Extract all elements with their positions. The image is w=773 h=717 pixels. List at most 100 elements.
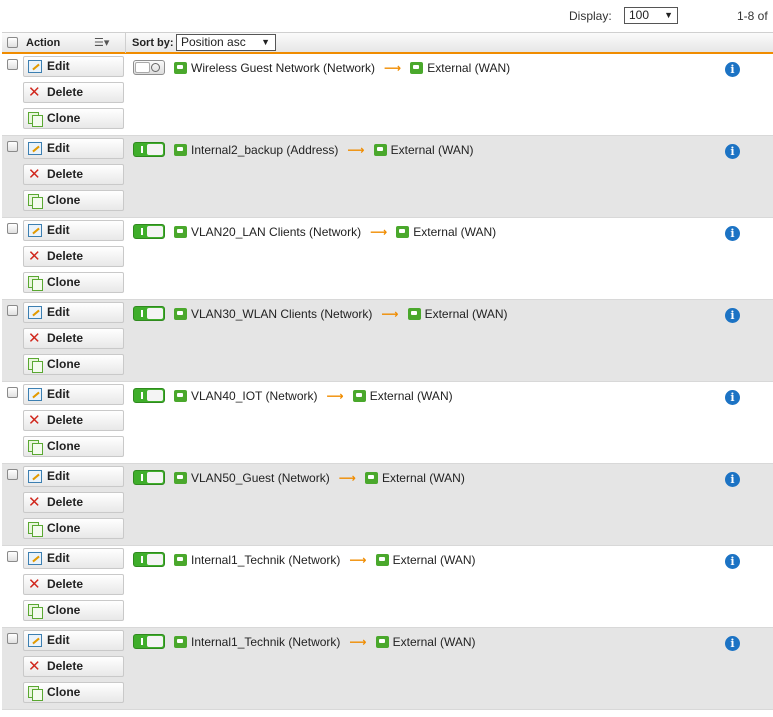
network-object-icon — [352, 390, 366, 402]
info-icon[interactable]: i — [725, 390, 740, 405]
list-toolbar: Display: 100 ▼ 1-8 of — [0, 0, 773, 32]
clone-icon — [28, 522, 43, 537]
sort-select[interactable]: Position asc ▼ — [176, 34, 276, 51]
rule-destination[interactable]: External (WAN) — [382, 471, 465, 485]
edit-button[interactable]: Edit — [23, 220, 124, 241]
edit-button-label: Edit — [47, 141, 70, 155]
select-all-checkbox[interactable] — [7, 37, 18, 48]
network-object-icon — [174, 636, 187, 648]
clone-button[interactable]: Clone — [23, 108, 124, 129]
clone-button[interactable]: Clone — [23, 272, 124, 293]
rule-description: VLAN20_LAN Clients (Network) ⟶ External (W… — [174, 224, 496, 240]
info-icon[interactable]: i — [725, 472, 740, 487]
row-select-checkbox[interactable] — [7, 223, 18, 234]
info-icon[interactable]: i — [725, 62, 740, 77]
rule-source[interactable]: VLAN40_IOT (Network) — [191, 389, 318, 403]
rule-source[interactable]: Wireless Guest Network (Network) — [191, 61, 375, 75]
clone-button-label: Clone — [47, 275, 81, 289]
rule-destination[interactable]: External (WAN) — [393, 635, 476, 649]
rule-enable-toggle[interactable] — [133, 224, 165, 239]
delete-button[interactable]: ✕ Delete — [23, 574, 124, 595]
column-menu-icon[interactable]: ☰▾ — [94, 36, 109, 49]
table-row: Edit ✕ Delete Clone VLAN50_Guest (Networ… — [2, 464, 773, 546]
edit-button[interactable]: Edit — [23, 630, 124, 651]
rule-destination[interactable]: External (WAN) — [427, 61, 510, 75]
rule-description: Internal2_backup (Address) ⟶ External (WAN… — [174, 142, 474, 158]
rule-enable-toggle[interactable] — [133, 306, 165, 321]
rule-source[interactable]: Internal1_Technik (Network) — [191, 553, 340, 567]
row-select-checkbox[interactable] — [7, 141, 18, 152]
row-select-checkbox[interactable] — [7, 469, 18, 480]
rule-source[interactable]: VLAN50_Guest (Network) — [191, 471, 330, 485]
edit-button[interactable]: Edit — [23, 138, 124, 159]
display-count-select[interactable]: 100 ▼ — [624, 7, 678, 24]
delete-button[interactable]: ✕ Delete — [23, 492, 124, 513]
table-row: Edit ✕ Delete Clone VLAN30_WLAN Clients … — [2, 300, 773, 382]
delete-button[interactable]: ✕ Delete — [23, 410, 124, 431]
row-select-checkbox[interactable] — [7, 633, 18, 644]
rule-destination[interactable]: External (WAN) — [370, 389, 453, 403]
rule-destination[interactable]: External (WAN) — [393, 553, 476, 567]
info-icon[interactable]: i — [725, 308, 740, 323]
clone-button[interactable]: Clone — [23, 190, 124, 211]
clone-button[interactable]: Clone — [23, 518, 124, 539]
delete-button[interactable]: ✕ Delete — [23, 246, 124, 267]
row-select-checkbox[interactable] — [7, 305, 18, 316]
info-icon[interactable]: i — [725, 636, 740, 651]
rule-enable-toggle[interactable] — [133, 634, 165, 649]
action-column-header: Action — [26, 37, 61, 49]
edit-button-label: Edit — [47, 223, 70, 237]
rule-destination[interactable]: External (WAN) — [425, 307, 508, 321]
rule-enable-toggle[interactable] — [133, 552, 165, 567]
toggle-on-bar-icon — [141, 638, 143, 645]
rule-source[interactable]: Internal1_Technik (Network) — [191, 635, 340, 649]
dropdown-arrow-icon: ▼ — [664, 10, 673, 20]
edit-icon — [28, 306, 42, 319]
edit-button[interactable]: Edit — [23, 384, 124, 405]
rule-destination[interactable]: External (WAN) — [413, 225, 496, 239]
delete-button[interactable]: ✕ Delete — [23, 328, 124, 349]
edit-button[interactable]: Edit — [23, 466, 124, 487]
row-select-checkbox[interactable] — [7, 387, 18, 398]
network-object-icon — [174, 554, 187, 566]
info-icon[interactable]: i — [725, 554, 740, 569]
network-object-icon — [410, 62, 424, 74]
delete-button[interactable]: ✕ Delete — [23, 164, 124, 185]
network-object-icon — [407, 308, 421, 320]
row-select-checkbox[interactable] — [7, 551, 18, 562]
clone-button[interactable]: Clone — [23, 600, 124, 621]
clone-button-label: Clone — [47, 357, 81, 371]
toggle-on-bar-icon — [141, 146, 143, 153]
edit-button-label: Edit — [47, 305, 70, 319]
network-object-icon — [174, 472, 187, 484]
clone-button[interactable]: Clone — [23, 354, 124, 375]
rule-enable-toggle[interactable] — [133, 60, 165, 75]
row-select-checkbox[interactable] — [7, 59, 18, 70]
info-icon[interactable]: i — [725, 144, 740, 159]
rule-destination[interactable]: External (WAN) — [391, 143, 474, 157]
delete-button[interactable]: ✕ Delete — [23, 82, 124, 103]
toggle-knob — [147, 554, 163, 565]
info-icon[interactable]: i — [725, 226, 740, 241]
rule-enable-toggle[interactable] — [133, 388, 165, 403]
rule-source[interactable]: Internal2_backup (Address) — [191, 143, 338, 157]
clone-button-label: Clone — [47, 685, 81, 699]
clone-button[interactable]: Clone — [23, 436, 124, 457]
rule-enable-toggle[interactable] — [133, 142, 165, 157]
edit-button-label: Edit — [47, 387, 70, 401]
edit-button[interactable]: Edit — [23, 56, 124, 77]
rule-source[interactable]: VLAN30_WLAN Clients (Network) — [191, 307, 372, 321]
network-object-icon — [174, 62, 187, 74]
edit-button[interactable]: Edit — [23, 302, 124, 323]
toggle-off-ring-icon — [151, 63, 160, 72]
table-header: Action ☰▾ Sort by: Position asc ▼ — [2, 32, 773, 54]
delete-x-icon: ✕ — [28, 494, 41, 511]
header-divider — [125, 33, 126, 53]
table-row: Edit ✕ Delete Clone Internal1_Technik (N… — [2, 628, 773, 710]
delete-button[interactable]: ✕ Delete — [23, 656, 124, 677]
toggle-on-bar-icon — [141, 228, 143, 235]
clone-button[interactable]: Clone — [23, 682, 124, 703]
rule-source[interactable]: VLAN20_LAN Clients (Network) — [191, 225, 361, 239]
rule-enable-toggle[interactable] — [133, 470, 165, 485]
edit-button[interactable]: Edit — [23, 548, 124, 569]
